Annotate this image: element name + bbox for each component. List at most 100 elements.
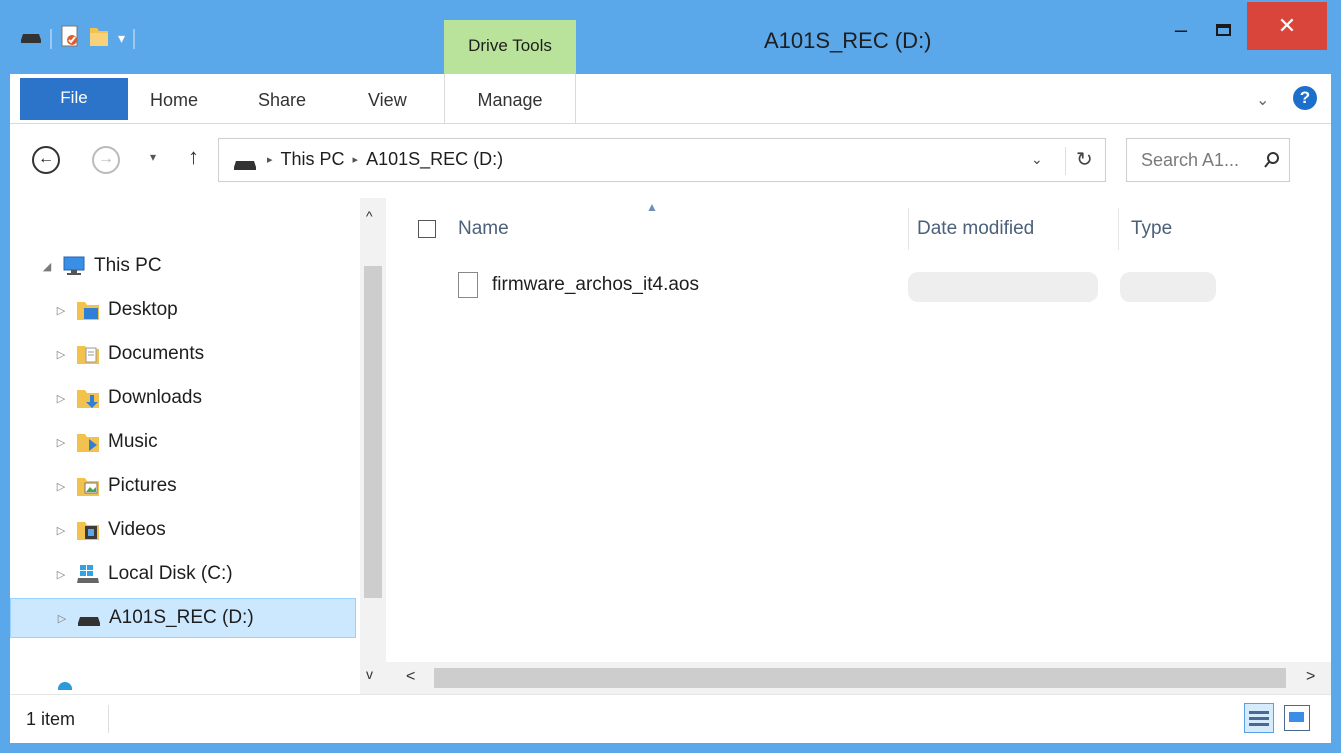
generic-file-icon xyxy=(458,272,478,298)
new-folder-icon[interactable] xyxy=(88,24,110,53)
network-icon xyxy=(58,682,72,690)
breadcrumb-this-pc[interactable]: This PC xyxy=(281,149,345,170)
navigation-pane-scrollbar[interactable]: ^ v xyxy=(360,198,386,694)
nav-item-documents[interactable]: ▷ Documents xyxy=(10,334,356,374)
nav-item-downloads[interactable]: ▷ Downloads xyxy=(10,378,356,418)
breadcrumb-separator[interactable]: ▸ xyxy=(267,153,273,166)
nav-item-label: A101S_REC (D:) xyxy=(109,607,254,628)
computer-icon xyxy=(62,255,86,277)
expand-arrow-icon[interactable]: ▷ xyxy=(54,524,68,537)
expand-arrow-icon[interactable]: ▷ xyxy=(54,304,68,317)
scroll-down-arrow[interactable]: v xyxy=(366,666,373,682)
search-icon[interactable] xyxy=(1263,151,1281,174)
scroll-right-arrow[interactable]: > xyxy=(1306,668,1315,686)
drive-icon xyxy=(233,155,257,176)
nav-item-label: Desktop xyxy=(108,299,178,320)
nav-item-this-pc[interactable]: ◢ This PC xyxy=(10,246,356,286)
tab-home[interactable]: Home xyxy=(150,74,198,124)
redacted-type xyxy=(1120,272,1216,302)
windows-drive-icon xyxy=(76,563,100,585)
maximize-button[interactable] xyxy=(1200,12,1246,48)
search-placeholder: Search A1... xyxy=(1141,150,1240,170)
column-header-name[interactable]: Name xyxy=(458,208,509,250)
tab-file[interactable]: File xyxy=(20,78,128,120)
search-input[interactable]: Search A1... xyxy=(1126,138,1290,182)
window-title: A101S_REC (D:) xyxy=(764,28,932,53)
scroll-up-arrow[interactable]: ^ xyxy=(366,208,373,224)
address-history-dropdown[interactable]: ⌄ xyxy=(1031,151,1043,168)
expand-arrow-icon[interactable]: ▷ xyxy=(54,348,68,361)
breadcrumb: ▸ This PC ▸ A101S_REC (D:) xyxy=(267,149,503,170)
close-button[interactable]: ✕ xyxy=(1247,2,1327,50)
redacted-date xyxy=(908,272,1098,302)
file-list-pane: Name ▲ Date modified Type firmware_archo… xyxy=(386,198,1331,694)
scrollbar-thumb[interactable] xyxy=(364,266,382,598)
sort-ascending-icon: ▲ xyxy=(646,200,658,214)
customize-toolbar-icon[interactable]: ▾ xyxy=(118,30,125,47)
column-header-label: Type xyxy=(1131,218,1173,239)
music-folder-icon xyxy=(76,431,100,453)
toolbar-divider xyxy=(133,28,136,49)
address-bar[interactable]: ▸ This PC ▸ A101S_REC (D:) ⌄ ↻ xyxy=(218,138,1106,182)
nav-item-label: This PC xyxy=(94,255,162,276)
removable-drive-icon xyxy=(77,607,101,629)
ribbon-tab-bar: File Home Share View Manage ⌄ ? xyxy=(10,74,1331,124)
nav-item-label: Music xyxy=(108,431,158,452)
pictures-folder-icon xyxy=(76,475,100,497)
breadcrumb-drive[interactable]: A101S_REC (D:) xyxy=(366,149,503,170)
drive-icon[interactable] xyxy=(20,28,42,49)
content-area: ◢ This PC ▷ Desktop ▷ Documents ▷ Downlo… xyxy=(10,198,1331,694)
nav-item-music[interactable]: ▷ Music xyxy=(10,422,356,462)
up-button[interactable]: ↑ xyxy=(188,144,199,170)
explorer-window: ▾ Drive Tools A101S_REC (D:) – ✕ File Ho… xyxy=(0,0,1341,753)
status-divider xyxy=(108,705,109,733)
navigation-bar: ← → ▾ ↑ ▸ This PC ▸ A101S_REC (D:) ⌄ ↻ S… xyxy=(10,124,1331,198)
column-header-type[interactable]: Type xyxy=(1118,208,1172,250)
details-view-icon xyxy=(1249,710,1269,714)
properties-icon[interactable] xyxy=(60,24,80,53)
desktop-folder-icon xyxy=(76,299,100,321)
expand-arrow-icon[interactable]: ▷ xyxy=(54,436,68,449)
scrollbar-thumb[interactable] xyxy=(434,668,1286,688)
horizontal-scrollbar[interactable]: < > xyxy=(386,662,1331,694)
minimize-button[interactable]: – xyxy=(1158,12,1204,48)
navigation-pane: ◢ This PC ▷ Desktop ▷ Documents ▷ Downlo… xyxy=(10,198,386,694)
expand-arrow-icon[interactable]: ▷ xyxy=(54,568,68,581)
column-header-label: Date modified xyxy=(917,218,1035,239)
back-button[interactable]: ← xyxy=(32,146,60,174)
help-icon[interactable]: ? xyxy=(1293,86,1317,110)
recent-locations-button[interactable]: ▾ xyxy=(150,150,156,164)
breadcrumb-separator[interactable]: ▸ xyxy=(353,153,359,166)
expand-arrow-icon[interactable]: ▷ xyxy=(54,480,68,493)
videos-folder-icon xyxy=(76,519,100,541)
scroll-left-arrow[interactable]: < xyxy=(406,668,415,686)
tab-share[interactable]: Share xyxy=(258,74,306,124)
nav-item-local-disk-c[interactable]: ▷ Local Disk (C:) xyxy=(10,554,356,594)
tab-manage[interactable]: Manage xyxy=(444,74,576,124)
title-bar: ▾ Drive Tools A101S_REC (D:) – ✕ xyxy=(0,0,1341,74)
documents-folder-icon xyxy=(76,343,100,365)
nav-item-videos[interactable]: ▷ Videos xyxy=(10,510,356,550)
details-view-button[interactable] xyxy=(1244,703,1274,733)
expand-arrow-icon[interactable]: ▷ xyxy=(55,612,69,625)
nav-item-label: Documents xyxy=(108,343,205,364)
maximize-icon xyxy=(1215,24,1231,36)
forward-button[interactable]: → xyxy=(92,146,120,174)
nav-item-pictures[interactable]: ▷ Pictures xyxy=(10,466,356,506)
expand-arrow-icon[interactable]: ▷ xyxy=(54,392,68,405)
tab-view[interactable]: View xyxy=(368,74,407,124)
column-header-label: Name xyxy=(458,218,509,239)
large-icons-view-button[interactable] xyxy=(1284,705,1310,731)
refresh-button[interactable]: ↻ xyxy=(1065,147,1093,175)
nav-item-label: Videos xyxy=(108,519,166,540)
select-all-checkbox[interactable] xyxy=(418,220,436,238)
nav-item-desktop[interactable]: ▷ Desktop xyxy=(10,290,356,330)
column-header-date-modified[interactable]: Date modified xyxy=(908,208,1034,250)
collapse-arrow-icon[interactable]: ◢ xyxy=(40,260,54,273)
downloads-folder-icon xyxy=(76,387,100,409)
status-bar: 1 item xyxy=(10,694,1331,743)
nav-item-a101s-rec-d[interactable]: ▷ A101S_REC (D:) xyxy=(10,598,356,638)
file-name: firmware_archos_it4.aos xyxy=(492,274,699,295)
expand-ribbon-chevron-icon[interactable]: ⌄ xyxy=(1256,90,1269,110)
file-row[interactable]: firmware_archos_it4.aos xyxy=(458,268,1288,306)
